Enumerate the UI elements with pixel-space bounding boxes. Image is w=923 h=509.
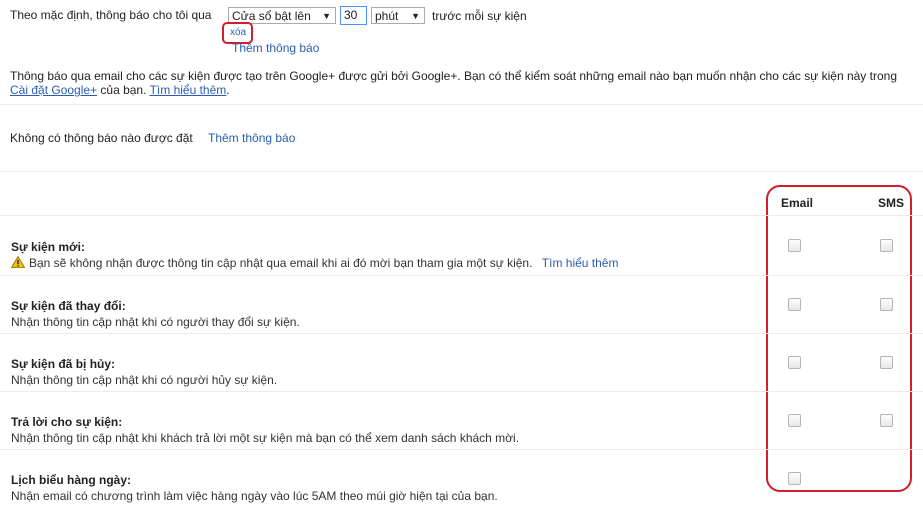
- google-plus-info: Thông báo qua email cho các sự kiện được…: [10, 69, 897, 97]
- notification-desc: Nhận email có chương trình làm việc hàng…: [11, 489, 498, 503]
- warning-icon: [11, 256, 25, 268]
- sms-checkbox[interactable]: [880, 356, 893, 369]
- highlight-box-columns: [766, 185, 912, 492]
- divider: [0, 215, 923, 216]
- email-checkbox[interactable]: [788, 414, 801, 427]
- dropdown-arrow-icon: ▼: [322, 11, 331, 21]
- reminder-unit-select[interactable]: phút ▼: [371, 7, 425, 24]
- add-notification-link[interactable]: Thêm thông báo: [208, 131, 295, 145]
- no-notification-text: Không có thông báo nào được đặt: [10, 131, 193, 145]
- email-checkbox[interactable]: [788, 298, 801, 311]
- notification-title: Sự kiện đã bị hủy:: [11, 357, 116, 371]
- notification-desc: Bạn sẽ không nhận được thông tin cập nhậ…: [11, 256, 618, 270]
- reminder-method-value: Cửa sổ bật lên: [232, 9, 311, 23]
- divider: [0, 449, 923, 450]
- email-checkbox[interactable]: [788, 356, 801, 369]
- divider: [0, 391, 923, 392]
- learn-more-link[interactable]: Tìm hiểu thêm: [542, 256, 619, 270]
- notification-desc: Nhận thông tin cập nhật khi có người tha…: [11, 315, 300, 329]
- notification-desc: Nhận thông tin cập nhật khi có người hủy…: [11, 373, 278, 387]
- email-column-header: Email: [781, 196, 814, 210]
- sms-checkbox[interactable]: [880, 298, 893, 311]
- sms-checkbox[interactable]: [880, 414, 893, 427]
- remove-reminder-link[interactable]: xóa: [230, 27, 246, 38]
- info-text: Thông báo qua email cho các sự kiện được…: [10, 69, 897, 83]
- info-after-link: của bạn.: [100, 83, 147, 97]
- dropdown-arrow-icon: ▼: [411, 11, 420, 21]
- default-reminder-suffix: trước mỗi sự kiện: [432, 9, 527, 23]
- divider: [0, 104, 923, 105]
- google-plus-settings-link[interactable]: Cài đặt Google+: [10, 83, 97, 97]
- email-checkbox[interactable]: [788, 239, 801, 252]
- notification-title: Sự kiện mới:: [11, 240, 85, 254]
- divider: [0, 275, 923, 276]
- add-reminder-link[interactable]: Thêm thông báo: [232, 41, 319, 55]
- default-reminder-label: Theo mặc định, thông báo cho tôi qua: [10, 8, 212, 22]
- notification-title: Lịch biểu hàng ngày:: [11, 473, 132, 487]
- sms-checkbox[interactable]: [880, 239, 893, 252]
- divider: [0, 333, 923, 334]
- sms-column-header: SMS: [878, 196, 905, 210]
- notification-title: Trả lời cho sự kiện:: [11, 415, 123, 429]
- reminder-amount-input[interactable]: 30: [340, 6, 367, 25]
- learn-more-link[interactable]: Tìm hiểu thêm: [150, 83, 227, 97]
- notification-desc: Nhận thông tin cập nhật khi khách trả lờ…: [11, 431, 520, 445]
- divider: [0, 171, 923, 172]
- notification-desc-text: Bạn sẽ không nhận được thông tin cập nhậ…: [29, 256, 533, 270]
- notification-title: Sự kiện đã thay đổi:: [11, 299, 126, 313]
- email-checkbox[interactable]: [788, 472, 801, 485]
- reminder-unit-value: phút: [375, 9, 399, 23]
